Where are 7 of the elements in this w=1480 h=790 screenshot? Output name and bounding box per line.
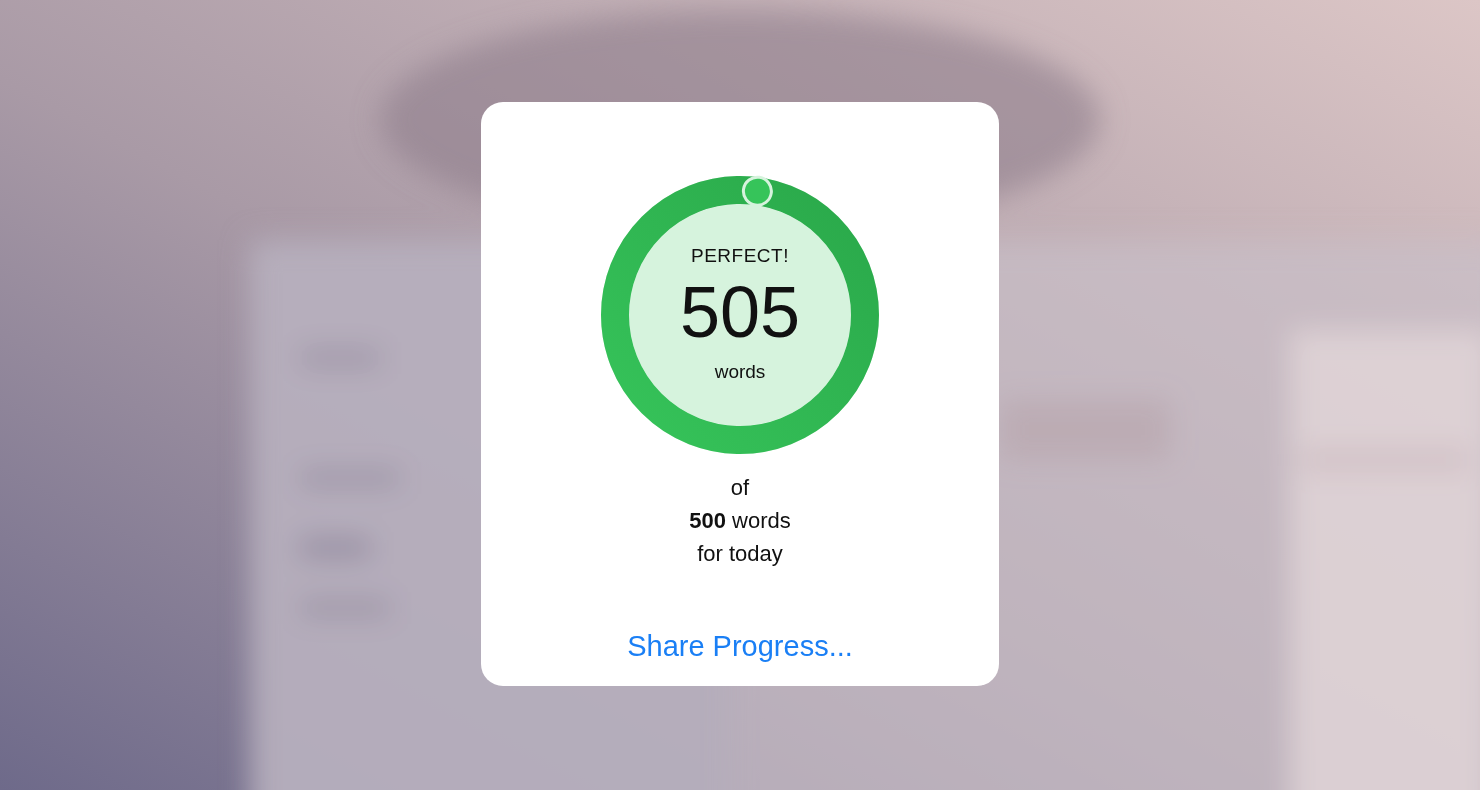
unit-label: words	[714, 360, 766, 384]
goal-text: 500 words	[689, 507, 791, 535]
word-count: 505	[679, 271, 801, 354]
goal-text: for today	[697, 540, 783, 568]
status-label: PERFECT!	[691, 244, 789, 268]
share-progress-link[interactable]: Share Progress...	[627, 628, 853, 664]
goal-text: of	[730, 474, 750, 502]
